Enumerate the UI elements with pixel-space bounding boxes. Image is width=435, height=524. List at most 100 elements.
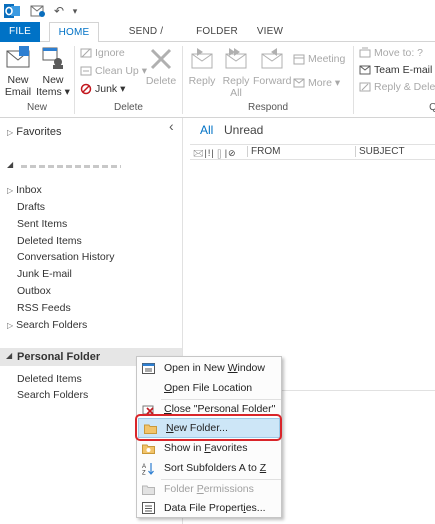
folder-inbox-label: Inbox xyxy=(16,184,42,196)
column-icons[interactable]: 🖂|!|▯|⊘ xyxy=(193,146,237,162)
ignore-label: Ignore xyxy=(95,47,125,59)
menu-label: Open in New Window xyxy=(164,362,265,374)
more-respond-button[interactable]: More ▾ xyxy=(293,77,340,89)
send-receive-icon[interactable] xyxy=(28,3,46,19)
meeting-icon xyxy=(293,54,305,65)
folder-junk-email[interactable]: Junk E-mail xyxy=(17,268,72,280)
column-from[interactable]: FROM xyxy=(247,146,280,157)
clean-up-button[interactable]: Clean Up ▾ xyxy=(80,65,147,77)
team-email-quickstep[interactable]: Team E-mail xyxy=(359,64,432,76)
personal-folder-deleted-items[interactable]: Deleted Items xyxy=(17,373,82,385)
reply-delete-quickstep[interactable]: Reply & Delet xyxy=(359,81,435,93)
junk-icon xyxy=(80,83,92,95)
favorites-header[interactable]: ▷ Favorites xyxy=(7,126,61,138)
group-separator xyxy=(353,46,354,114)
delete-button[interactable]: Delete xyxy=(145,46,177,87)
menu-label: Sort Subfolders A to Z xyxy=(164,462,267,474)
tab-home[interactable]: HOME xyxy=(49,22,99,43)
group-label-respond: Respond xyxy=(247,102,289,113)
menu-label: Data File Properties... xyxy=(164,502,266,514)
permissions-icon xyxy=(141,485,155,495)
forward-label: Forward xyxy=(253,75,292,87)
folder-outbox[interactable]: Outbox xyxy=(17,285,51,297)
delete-icon xyxy=(150,48,172,70)
menu-label: Show in Favorites xyxy=(164,442,248,454)
ignore-icon xyxy=(80,48,92,58)
reply-label: Reply xyxy=(188,75,216,87)
column-subject[interactable]: SUBJECT xyxy=(355,146,405,157)
junk-button[interactable]: Junk ▾ xyxy=(80,83,125,95)
reply-all-label-line2: All xyxy=(230,87,242,99)
svg-text:A: A xyxy=(142,464,146,470)
account-header[interactable]: ◢ xyxy=(7,160,127,172)
filter-all[interactable]: All xyxy=(200,123,213,137)
folder-rss-feeds[interactable]: RSS Feeds xyxy=(17,302,71,314)
new-items-label-line1: New xyxy=(42,74,64,86)
group-label-delete: Delete xyxy=(114,102,143,113)
highlight-annotation xyxy=(135,414,282,441)
personal-folder-label: Personal Folder xyxy=(17,351,101,363)
more-label: More ▾ xyxy=(308,77,341,89)
menu-data-file-properties[interactable]: Data File Properties... xyxy=(137,498,281,518)
folder-search-folders[interactable]: ▷ Search Folders xyxy=(7,319,87,331)
sort-az-icon: AZ xyxy=(142,462,154,475)
forward-icon xyxy=(261,48,283,69)
move-to-quickstep[interactable]: Move to: ? xyxy=(359,47,423,59)
new-email-label-line1: New xyxy=(7,74,29,86)
folder-deleted-items[interactable]: Deleted Items xyxy=(17,235,82,247)
tab-file[interactable]: FILE xyxy=(0,22,40,42)
account-name-blurred xyxy=(21,165,121,168)
collapse-arrow-icon: ◢ xyxy=(6,351,13,360)
menu-open-file-location[interactable]: Open File Location xyxy=(137,378,281,398)
expand-arrow-icon: ▷ xyxy=(7,128,14,137)
menu-folder-permissions[interactable]: Folder Permissions xyxy=(137,479,281,499)
reply-delete-label: Reply & Delet xyxy=(374,81,435,93)
new-email-label-line2: Email xyxy=(4,86,32,98)
folder-search-folders-label: Search Folders xyxy=(16,319,88,331)
expand-arrow-icon: ▷ xyxy=(7,321,14,330)
folder-conversation-history[interactable]: Conversation History xyxy=(17,251,114,263)
folder-inbox[interactable]: ▷ Inbox xyxy=(7,184,42,196)
customize-dropdown-icon[interactable]: ▾ xyxy=(70,3,80,19)
collapse-pane-button[interactable]: ‹ xyxy=(169,118,174,134)
clean-up-label: Clean Up ▾ xyxy=(95,65,147,77)
folder-sent-items[interactable]: Sent Items xyxy=(17,218,67,230)
collapse-arrow-icon: ◢ xyxy=(7,160,14,169)
reply-icon xyxy=(191,48,213,69)
ribbon: New Email New Items ▾ New Ignore Clean U… xyxy=(0,42,435,118)
reply-all-label-line1: Reply xyxy=(222,75,250,87)
outlook-logo-icon[interactable] xyxy=(3,3,21,19)
ribbon-tabs: FILE HOME SEND / RECEIVE FOLDER VIEW xyxy=(0,22,435,57)
tab-send-receive[interactable]: SEND / RECEIVE xyxy=(106,22,186,57)
ignore-button[interactable]: Ignore xyxy=(80,47,125,59)
more-icon xyxy=(293,78,305,88)
filter-unread[interactable]: Unread xyxy=(224,123,263,137)
properties-icon xyxy=(141,502,155,514)
menu-show-in-favorites[interactable]: Show in Favorites xyxy=(137,438,281,458)
reply-all-icon xyxy=(225,48,247,69)
tab-view[interactable]: VIEW xyxy=(250,22,290,42)
meeting-button[interactable]: Meeting xyxy=(293,53,345,65)
new-email-icon xyxy=(6,46,30,68)
menu-label: Folder Permissions xyxy=(164,483,254,495)
title-bar: ↶ ▾ xyxy=(0,0,435,22)
personal-folder-search-folders[interactable]: Search Folders xyxy=(17,389,88,401)
reply-all-button[interactable]: Reply All xyxy=(220,46,252,99)
menu-label: Open File Location xyxy=(164,382,253,394)
tab-folder[interactable]: FOLDER xyxy=(192,22,242,42)
undo-icon[interactable]: ↶ xyxy=(52,3,66,19)
menu-open-new-window[interactable]: Open in New Window xyxy=(137,358,281,378)
column-header-row: 🖂|!|▯|⊘ FROM SUBJECT xyxy=(190,144,435,160)
open-window-icon xyxy=(141,362,155,374)
team-email-icon xyxy=(359,65,371,75)
group-separator xyxy=(182,46,183,114)
meeting-label: Meeting xyxy=(308,53,346,65)
new-items-button[interactable]: New Items ▾ xyxy=(36,45,70,98)
favorites-folder-icon xyxy=(141,444,155,454)
menu-sort-subfolders[interactable]: AZ Sort Subfolders A to Z xyxy=(137,458,281,478)
forward-button[interactable]: Forward xyxy=(253,46,292,87)
new-items-label-line2: Items ▾ xyxy=(36,86,70,98)
folder-drafts[interactable]: Drafts xyxy=(17,201,45,213)
reply-button[interactable]: Reply xyxy=(186,46,218,87)
new-email-button[interactable]: New Email xyxy=(3,45,33,98)
